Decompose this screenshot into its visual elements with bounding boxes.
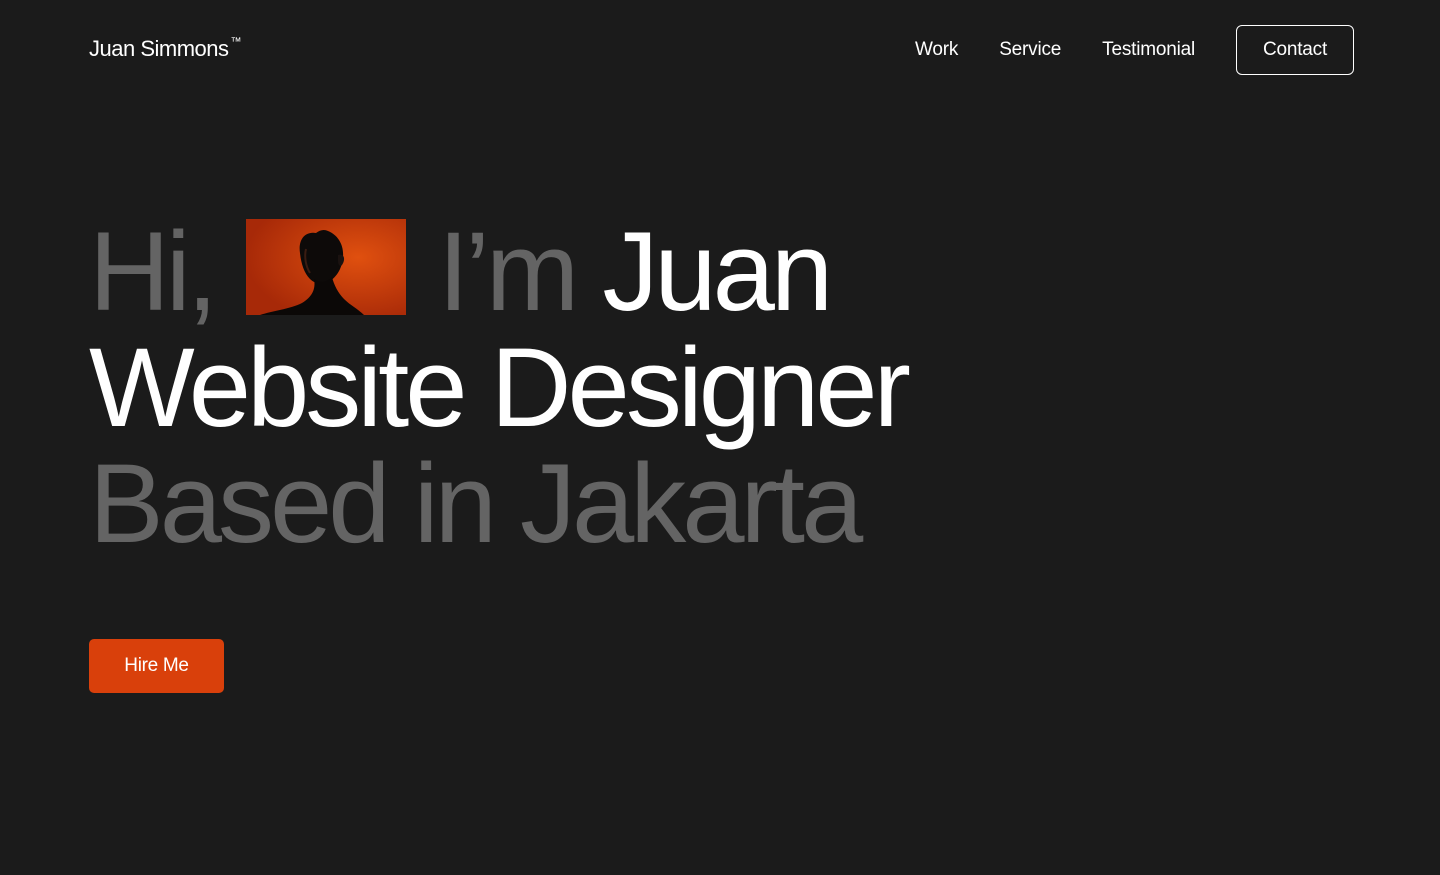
contact-button[interactable]: Contact — [1236, 25, 1354, 75]
hire-me-button[interactable]: Hire Me — [89, 639, 224, 693]
nav-link-service[interactable]: Service — [999, 39, 1061, 61]
hero-greeting: Hi, — [89, 209, 218, 334]
brand-logo[interactable]: Juan Simmons ™ — [89, 36, 241, 62]
hero-headline: Hi, I’m Juan Website Designer Based in J… — [89, 214, 911, 566]
portrait-silhouette-icon — [245, 219, 406, 315]
main-nav: Work Service Testimonial Contact — [915, 25, 1354, 75]
trademark-symbol: ™ — [230, 36, 242, 48]
hero-im: I’m — [437, 209, 579, 334]
hero-line-1: Hi, I’m Juan — [89, 214, 907, 330]
landing-page: Juan Simmons ™ Work Service Testimonial C… — [0, 0, 1440, 875]
hero-line-2: Website Designer — [89, 325, 911, 450]
nav-link-testimonial[interactable]: Testimonial — [1102, 39, 1195, 61]
hero-line-3: Based in Jakarta — [89, 441, 863, 566]
hero-name: Juan — [602, 209, 833, 334]
portrait-photo — [245, 219, 406, 315]
nav-link-work[interactable]: Work — [915, 39, 958, 61]
brand-name: Juan Simmons — [89, 36, 229, 61]
